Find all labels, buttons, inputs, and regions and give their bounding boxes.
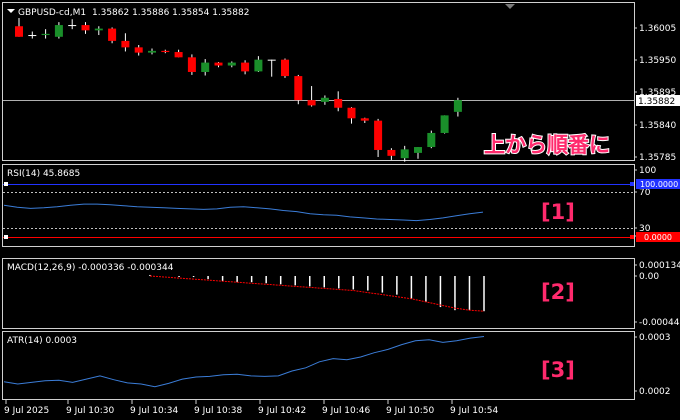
time-tick-label: 9 Jul 10:46 [322, 406, 371, 416]
candle-body [427, 132, 436, 148]
candle-body [347, 107, 356, 119]
macd-histogram [149, 274, 485, 312]
ohlc-label: 1.35862 1.35886 1.35854 1.35882 [92, 8, 249, 18]
candle-body [81, 25, 90, 31]
candle-body [241, 62, 250, 72]
chart-shift-marker-icon[interactable] [505, 4, 515, 9]
candle-body [94, 28, 103, 31]
atr-tick-label: 0.0002 [639, 387, 671, 397]
candle-body [294, 76, 303, 101]
candle-body [134, 47, 143, 53]
chart-canvas[interactable]: GBPUSD-cd,M1 1.35862 1.35886 1.35854 1.3… [0, 0, 680, 420]
rsi-axis: 10070300 [634, 166, 656, 242]
rsi-upper-handle[interactable] [4, 182, 8, 186]
rsi-lower-handle[interactable] [4, 235, 8, 239]
current-price-value: 1.35882 [638, 97, 675, 107]
candle-body [15, 26, 23, 37]
candle-body [267, 59, 276, 61]
rsi-upper-handle-right[interactable] [630, 182, 634, 186]
candle-body [201, 62, 210, 72]
rsi-lower-tag-value: 0.0000 [644, 233, 672, 242]
price-axis: 1.360051.359501.358951.358401.35785 [634, 24, 676, 163]
candle-body [414, 147, 422, 153]
candle-body [334, 98, 343, 108]
macd-tick-label: 0.00 [639, 272, 659, 282]
price-tick-label: 1.36005 [639, 24, 676, 34]
atr-marker: [3] [541, 358, 575, 382]
candle-body [28, 35, 37, 37]
candle-body [161, 50, 170, 53]
rsi-label: RSI(14) 45.8685 [7, 169, 80, 179]
candle-body [214, 62, 223, 66]
time-tick-label: 9 Jul 2025 [4, 406, 49, 416]
candle-body [121, 40, 130, 48]
price-tick-label: 1.35785 [639, 153, 676, 163]
rsi-panel-frame [2, 164, 635, 247]
candle-body [307, 100, 316, 106]
candles [15, 18, 462, 162]
candle-body [148, 50, 156, 53]
symbol-menu-icon[interactable] [7, 9, 15, 13]
macd-tick-label: 0.000134 [639, 261, 680, 271]
candle-body [374, 120, 383, 150]
annotation-text: 上から順番に [484, 133, 610, 157]
time-tick-label: 9 Jul 10:54 [450, 406, 499, 416]
candle-body [387, 149, 396, 156]
macd-tick-label: -0.000444 [639, 318, 680, 328]
time-tick-label: 9 Jul 10:38 [194, 406, 243, 416]
macd-marker: [2] [541, 280, 575, 304]
price-tick-label: 1.35840 [639, 121, 676, 131]
price-tick-label: 1.35950 [639, 56, 676, 66]
macd-signal-line [149, 275, 485, 312]
rsi-tick-label: 100 [639, 166, 656, 176]
symbol-label: GBPUSD-cd,M1 [18, 8, 86, 18]
rsi-lower-handle-right[interactable] [630, 235, 634, 239]
candle-body [68, 25, 77, 27]
time-tick-label: 9 Jul 10:42 [258, 406, 306, 416]
candle-body [320, 97, 329, 102]
candle-body [227, 62, 236, 66]
candle-body [187, 57, 196, 72]
candle-body [41, 33, 50, 36]
atr-panel-frame [2, 331, 635, 400]
candle-body [360, 118, 369, 121]
atr-tick-label: 0.0003 [639, 333, 671, 343]
candle-body [400, 149, 409, 159]
atr-axis: 0.0003 0.0002 [634, 333, 671, 397]
candle-body [453, 100, 462, 112]
time-axis: 9 Jul 2025 9 Jul 10:30 9 Jul 10:34 9 Jul 10… [4, 400, 499, 416]
time-tick-label: 9 Jul 10:30 [66, 406, 115, 416]
candle-body [174, 52, 183, 58]
rsi-tick-label: 70 [639, 188, 651, 198]
candle-body [440, 115, 449, 133]
time-tick-label: 9 Jul 10:34 [130, 406, 179, 416]
atr-label: ATR(14) 0.0003 [7, 336, 77, 346]
macd-label: MACD(12,26,9) -0.000336 -0.000344 [7, 263, 174, 273]
candle-body [254, 59, 263, 72]
rsi-marker: [1] [541, 200, 575, 224]
candle-body [54, 25, 63, 37]
rsi-line [3, 203, 484, 222]
rsi-upper-tag-value: 100.0000 [640, 180, 678, 189]
macd-axis: 0.0001340.00 -0.000444 [634, 261, 680, 328]
time-tick-label: 9 Jul 10:50 [386, 406, 435, 416]
candle-body [108, 28, 117, 41]
candle-body [281, 59, 289, 77]
